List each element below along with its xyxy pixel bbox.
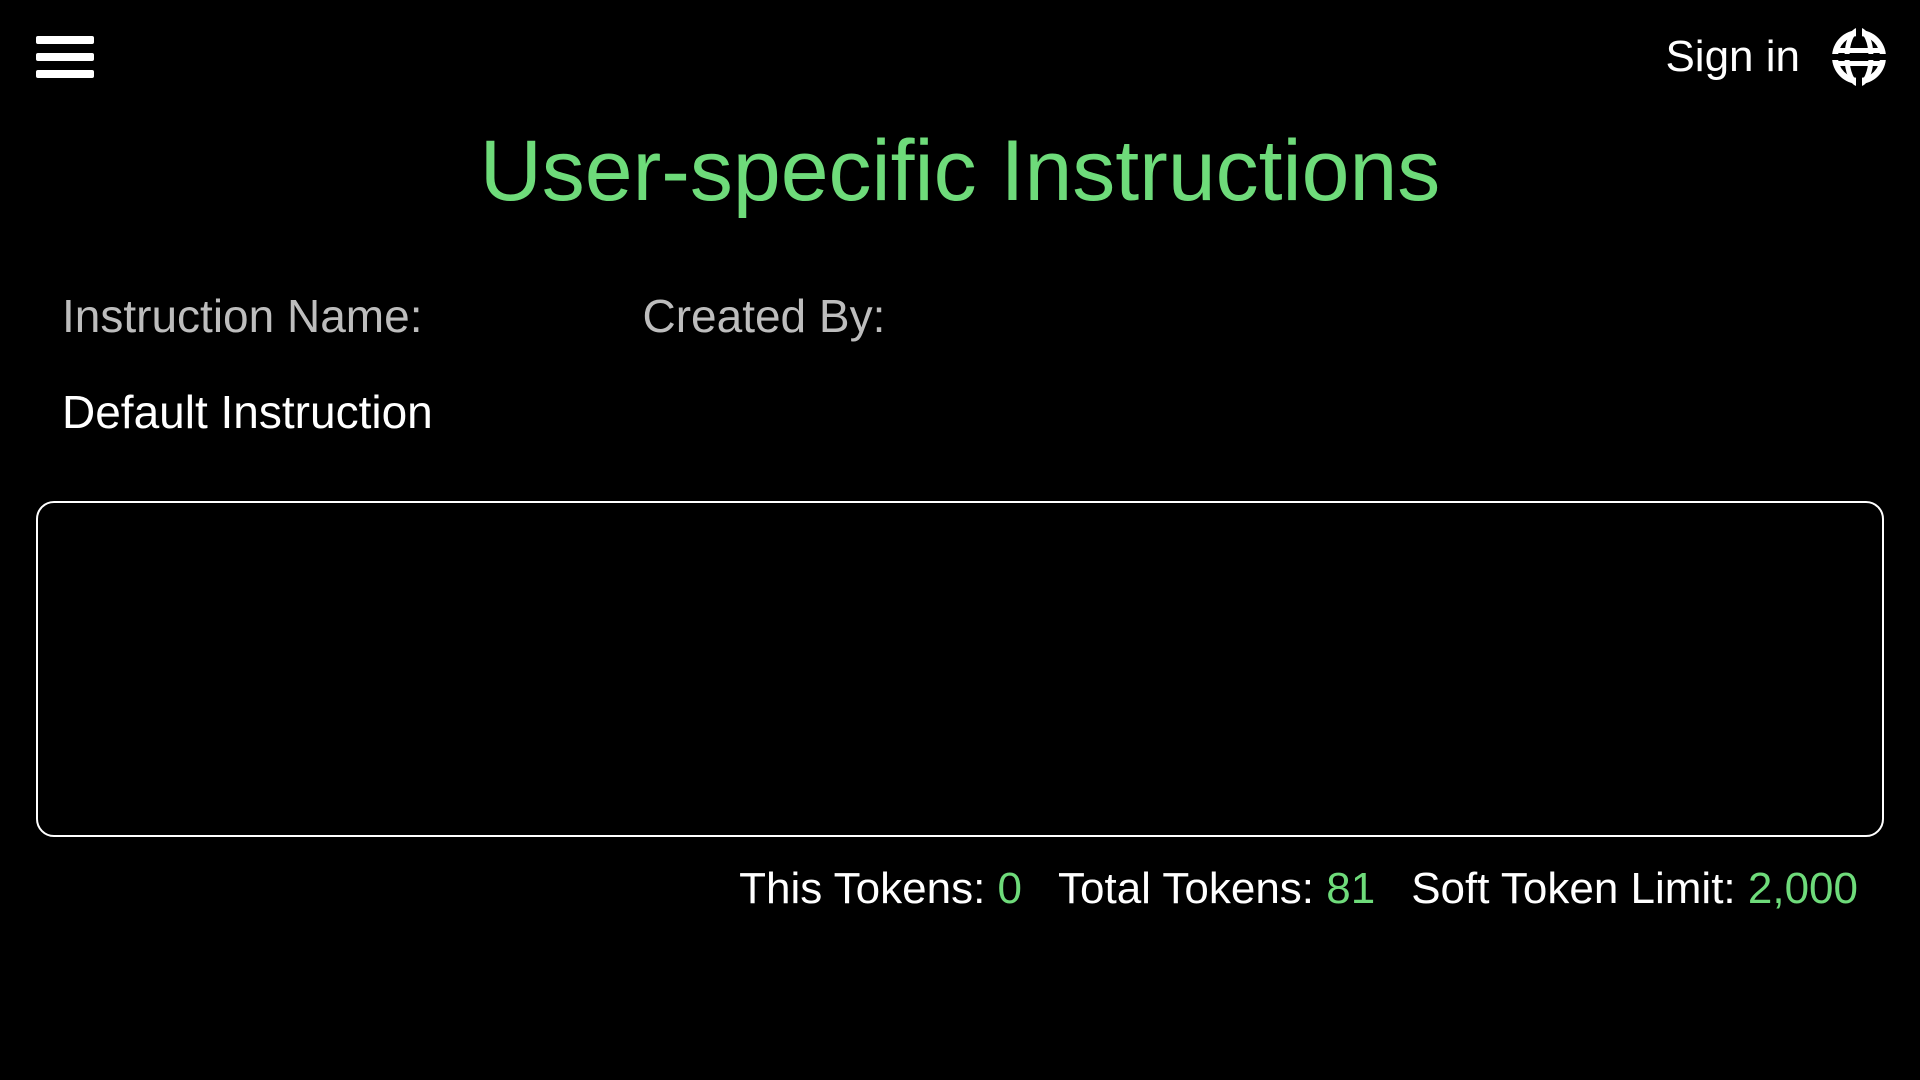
total-tokens: Total Tokens: 81: [1058, 864, 1375, 914]
total-tokens-label: Total Tokens:: [1058, 864, 1326, 913]
instruction-textarea[interactable]: [36, 501, 1884, 837]
this-tokens: This Tokens: 0: [739, 864, 1022, 914]
this-tokens-label: This Tokens:: [739, 864, 997, 913]
instruction-name-label: Instruction Name:: [62, 289, 422, 343]
sign-in-link[interactable]: Sign in: [1665, 32, 1800, 82]
instruction-name-value: Default Instruction: [0, 385, 1920, 439]
page-title: User-specific Instructions: [0, 122, 1920, 221]
created-by-label: Created By:: [642, 289, 885, 343]
soft-token-limit-label: Soft Token Limit:: [1411, 864, 1748, 913]
soft-token-limit-value: 2,000: [1748, 864, 1858, 913]
soft-token-limit: Soft Token Limit: 2,000: [1411, 864, 1858, 914]
this-tokens-value: 0: [998, 864, 1022, 913]
menu-icon[interactable]: [36, 36, 94, 78]
total-tokens-value: 81: [1326, 864, 1375, 913]
globe-icon[interactable]: [1830, 28, 1888, 86]
